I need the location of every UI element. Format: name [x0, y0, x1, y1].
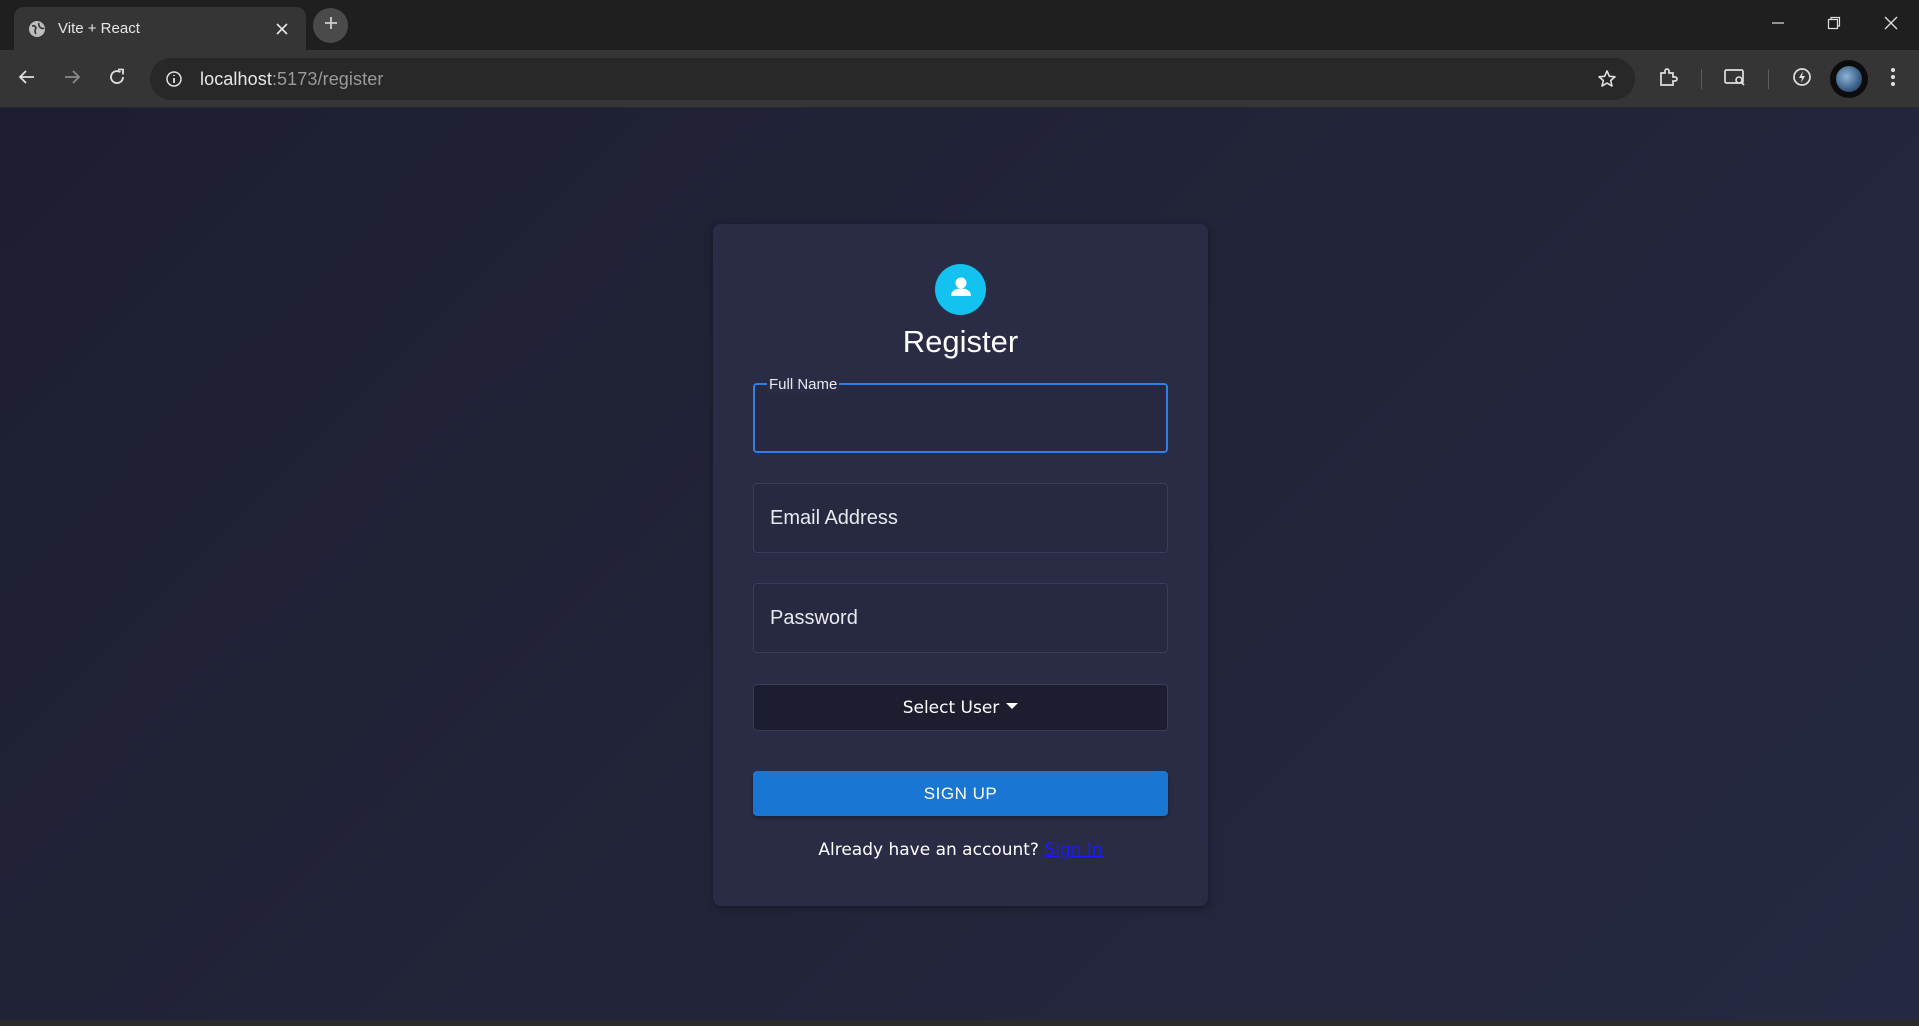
extensions-button[interactable]	[1653, 64, 1683, 94]
sign-in-prompt-text: Already have an account?	[818, 840, 1039, 860]
new-tab-button[interactable]	[313, 8, 348, 43]
title-bar: Vite + React	[0, 0, 1919, 50]
tab-title: Vite + React	[58, 20, 140, 37]
address-bar[interactable]: localhost:5173/register	[150, 58, 1635, 100]
performance-button[interactable]	[1787, 64, 1817, 94]
avatar-image	[1836, 66, 1862, 92]
page-title: Register	[902, 324, 1019, 359]
person-icon	[947, 273, 975, 306]
select-user-label: Select User	[902, 697, 1000, 718]
email-field[interactable]: Email Address	[753, 483, 1168, 553]
browser-tab[interactable]: Vite + React	[14, 7, 306, 50]
plus-icon	[323, 15, 339, 36]
password-placeholder: Password	[770, 607, 858, 629]
menu-button[interactable]	[1878, 64, 1908, 94]
restore-icon	[1827, 16, 1841, 35]
restore-button[interactable]	[1806, 0, 1862, 50]
minimize-icon	[1771, 16, 1785, 35]
full-name-field[interactable]: Full Name	[753, 376, 1168, 453]
full-name-label: Full Name	[767, 376, 840, 393]
bottom-strip	[0, 1020, 1919, 1026]
sign-in-link[interactable]: Sign In	[1044, 840, 1102, 860]
full-name-input[interactable]	[769, 403, 1149, 437]
caret-down-icon	[1006, 702, 1019, 709]
browser-toolbar: localhost:5173/register	[0, 50, 1919, 108]
select-user-dropdown[interactable]: Select User	[753, 684, 1168, 731]
email-placeholder: Email Address	[770, 507, 898, 529]
forward-icon	[63, 68, 81, 91]
reload-icon	[108, 68, 126, 91]
password-field[interactable]: Password	[753, 583, 1168, 653]
url-path: :5173/register	[271, 68, 384, 89]
extensions-icon	[1657, 66, 1679, 93]
url-host: localhost	[200, 68, 272, 89]
reload-button[interactable]	[100, 62, 134, 96]
forward-button[interactable]	[55, 62, 89, 96]
url-text[interactable]: localhost:5173/register	[200, 69, 383, 90]
close-icon[interactable]	[272, 19, 292, 39]
window-close-button[interactable]	[1863, 0, 1919, 50]
menu-icon	[1890, 67, 1896, 92]
globe-icon	[28, 20, 46, 38]
register-card: Register Full Name Email Address Passwor…	[713, 224, 1208, 906]
performance-icon	[1791, 66, 1813, 93]
sign-up-button[interactable]: SIGN UP	[753, 771, 1168, 816]
toolbar-divider	[1768, 69, 1769, 89]
toolbar-divider	[1701, 69, 1702, 89]
window-close-icon	[1884, 16, 1898, 35]
avatar-badge	[935, 264, 986, 315]
cast-button[interactable]	[1720, 64, 1750, 94]
minimize-button[interactable]	[1750, 0, 1806, 50]
back-button[interactable]	[10, 62, 44, 96]
star-icon[interactable]	[1595, 67, 1619, 91]
sign-in-prompt: Already have an account? Sign In	[713, 840, 1208, 860]
info-icon[interactable]	[160, 65, 188, 93]
profile-avatar[interactable]	[1830, 60, 1868, 98]
back-icon	[18, 68, 36, 91]
cast-icon	[1723, 66, 1747, 93]
